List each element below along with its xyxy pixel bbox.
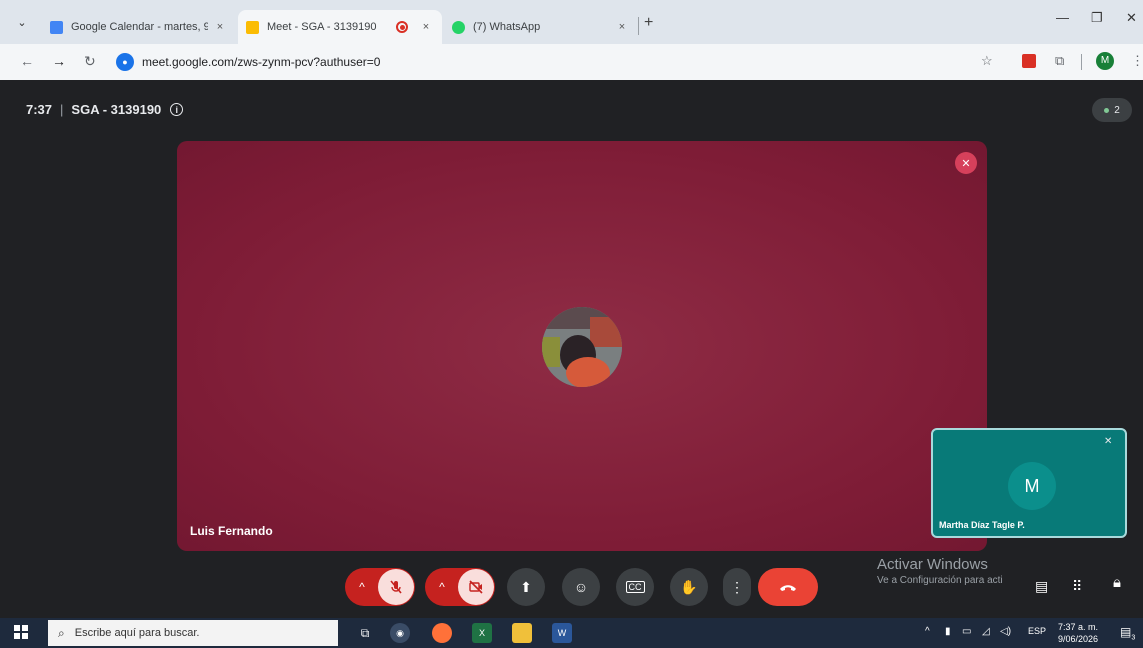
- hand-icon: ✋: [680, 578, 698, 595]
- address-bar[interactable]: ● meet.google.com/zws-zynm-pcv?authuser=…: [112, 49, 1042, 75]
- browser-menu-icon[interactable]: ⋮: [1131, 53, 1143, 69]
- participant-avatar: [542, 307, 622, 387]
- reload-icon[interactable]: ↻: [84, 53, 96, 70]
- reactions-button[interactable]: ☺: [562, 568, 600, 606]
- back-arrow-icon[interactable]: ←: [20, 53, 34, 69]
- bookmark-star-icon[interactable]: ☆: [981, 53, 993, 69]
- activities-grid-icon[interactable]: ⠿: [1072, 578, 1082, 595]
- minimize-button[interactable]: —: [1056, 10, 1069, 25]
- camera-off-icon: [469, 580, 483, 594]
- language-indicator[interactable]: ESP: [1028, 626, 1046, 636]
- excel-app-icon[interactable]: X: [472, 623, 492, 643]
- header-divider: |: [60, 102, 64, 117]
- tab-title: (7) WhatsApp: [473, 21, 541, 33]
- forward-arrow-icon[interactable]: →: [52, 53, 66, 69]
- extension-icon[interactable]: [1022, 54, 1036, 68]
- tab-meet[interactable]: Meet - SGA - 3139190 ×: [238, 10, 442, 44]
- tab-close-icon[interactable]: ×: [212, 21, 228, 33]
- mic-off-icon: ✕: [955, 152, 977, 174]
- recording-indicator-icon: [396, 21, 408, 33]
- leave-call-button[interactable]: [758, 568, 818, 606]
- watermark-title: Activar Windows: [877, 556, 988, 573]
- self-mic-off-icon: ✕: [1104, 436, 1113, 447]
- chrome-app-icon[interactable]: ◉: [390, 623, 410, 643]
- wifi-icon[interactable]: ◿: [982, 626, 990, 637]
- windows-activation-watermark: Activar Windows Ve a Configuración para …: [877, 556, 1003, 586]
- tab-close-icon[interactable]: ×: [614, 21, 630, 33]
- tab-title: Google Calendar - martes, 9 de: [71, 21, 208, 33]
- whatsapp-favicon-icon: [452, 20, 465, 34]
- calendar-favicon-icon: [50, 20, 63, 34]
- taskbar-search-placeholder: Escribe aquí para buscar.: [74, 627, 200, 639]
- self-avatar: M: [1008, 462, 1056, 510]
- camera-toggle-button[interactable]: [458, 569, 494, 605]
- people-icon: [1104, 107, 1110, 113]
- firefox-app-icon[interactable]: [432, 623, 452, 643]
- tab-title: Meet - SGA - 3139190: [267, 21, 377, 33]
- host-controls-lock-icon[interactable]: 🔒︎: [1113, 574, 1121, 591]
- tab-close-icon[interactable]: ×: [418, 21, 434, 33]
- tab-search-chevron-icon[interactable]: ⌄: [12, 13, 32, 33]
- url-text[interactable]: meet.google.com/zws-zynm-pcv?authuser=0: [142, 55, 380, 69]
- volume-icon[interactable]: ◁): [1000, 626, 1011, 637]
- word-app-icon[interactable]: W: [552, 623, 572, 643]
- task-view-icon[interactable]: ⧉: [355, 623, 375, 643]
- present-icon: ⬆: [520, 578, 532, 595]
- self-participant-name: Martha Díaz Tagle P.: [939, 520, 1025, 530]
- meeting-header: 7:37 | SGA - 3139190 i: [26, 102, 184, 117]
- notification-count: 3: [1131, 634, 1136, 642]
- search-icon: ⌕: [58, 625, 65, 640]
- mic-toggle-button[interactable]: [378, 569, 414, 605]
- meeting-info-icon[interactable]: i: [170, 103, 184, 116]
- file-explorer-icon[interactable]: [512, 623, 532, 643]
- battery-icon[interactable]: ▭: [962, 626, 971, 637]
- camera-control: ^: [425, 568, 495, 606]
- browser-toolbar: ← → ↻ ● meet.google.com/zws-zynm-pcv?aut…: [0, 44, 1143, 80]
- more-vert-icon: ⋮: [730, 578, 744, 595]
- mic-off-icon: [390, 580, 402, 594]
- tab-divider: [638, 17, 639, 35]
- hang-up-icon: [780, 585, 796, 591]
- profile-avatar[interactable]: M: [1096, 52, 1114, 70]
- meet-favicon-icon: [246, 20, 259, 34]
- more-options-button[interactable]: ⋮: [723, 568, 751, 606]
- close-window-button[interactable]: ✕: [1126, 10, 1137, 26]
- audio-options-chevron-icon[interactable]: ^: [346, 580, 378, 594]
- participants-count: 2: [1114, 104, 1120, 116]
- clock-date: 9/06/2026: [1058, 634, 1099, 644]
- notifications-icon[interactable]: ▤3: [1120, 625, 1135, 641]
- mic-tray-icon[interactable]: ▮: [945, 626, 951, 637]
- taskbar-clock[interactable]: 7:37 a. m. 9/06/2026: [1058, 621, 1098, 645]
- emoji-icon: ☺: [573, 579, 589, 595]
- toolbar-divider: [1081, 54, 1082, 70]
- microphone-control: ^: [345, 568, 415, 606]
- meeting-code: SGA - 3139190: [71, 102, 162, 117]
- site-info-icon[interactable]: ●: [116, 53, 134, 71]
- extensions-puzzle-icon[interactable]: ⧉: [1055, 53, 1064, 69]
- watermark-subtitle: Ve a Configuración para acti: [877, 575, 1003, 586]
- clock-time: 7:37 a. m.: [1058, 622, 1099, 632]
- browser-tab-strip: ⌄ Google Calendar - martes, 9 de × Meet …: [0, 0, 1143, 44]
- restore-button[interactable]: ❐: [1091, 10, 1103, 26]
- raise-hand-button[interactable]: ✋: [670, 568, 708, 606]
- participants-button[interactable]: 2: [1092, 98, 1132, 122]
- meeting-time: 7:37: [26, 102, 53, 117]
- video-options-chevron-icon[interactable]: ^: [426, 580, 458, 594]
- captions-icon: CC: [625, 581, 645, 593]
- tab-google-calendar[interactable]: Google Calendar - martes, 9 de ×: [42, 10, 236, 44]
- captions-button[interactable]: CC: [616, 568, 654, 606]
- chat-icon[interactable]: ▤: [1035, 578, 1048, 595]
- windows-start-icon[interactable]: [14, 625, 28, 639]
- tray-chevron-icon[interactable]: ^: [925, 626, 930, 637]
- taskbar-search-box[interactable]: ⌕ Escribe aquí para buscar.: [48, 620, 338, 646]
- windows-taskbar: ⌕ Escribe aquí para buscar. ⧉ ◉ X W ^ ▮ …: [0, 618, 1143, 648]
- main-participant-name: Luis Fernando: [190, 524, 273, 538]
- tab-whatsapp[interactable]: (7) WhatsApp ×: [444, 10, 638, 44]
- new-tab-button[interactable]: +: [644, 14, 653, 32]
- present-screen-button[interactable]: ⬆: [507, 568, 545, 606]
